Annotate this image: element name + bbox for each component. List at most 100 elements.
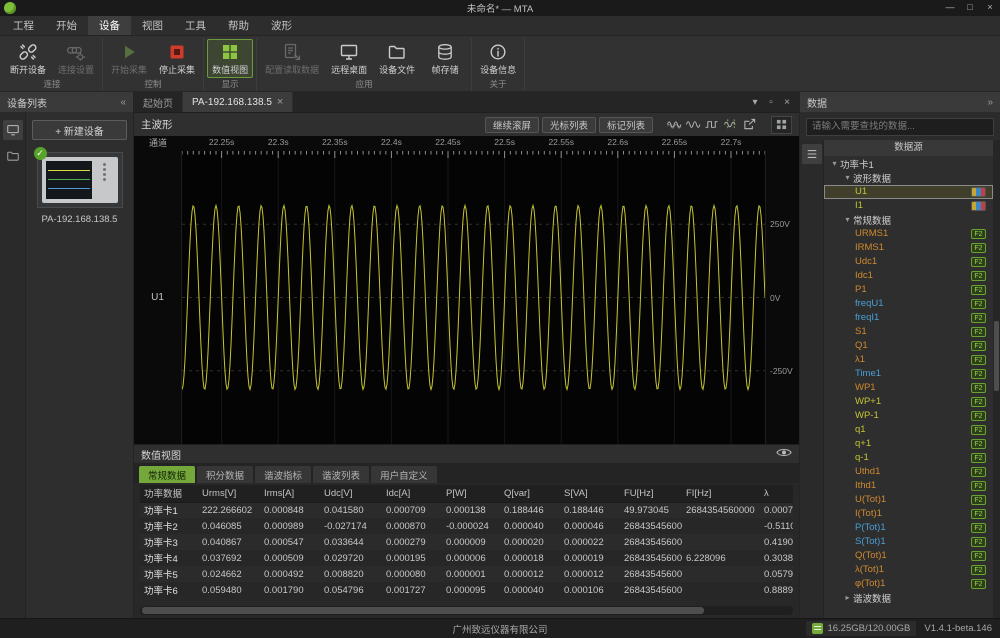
tree-item[interactable]: S(Tot)1F2 <box>824 535 993 549</box>
scrollbar-thumb[interactable] <box>142 607 704 614</box>
tree-item[interactable]: I(Tot)1F2 <box>824 507 993 521</box>
visibility-toggle-button[interactable] <box>776 445 792 463</box>
tree-item[interactable]: Ithd1F2 <box>824 479 993 493</box>
new-device-button[interactable]: + 新建设备 <box>32 120 127 140</box>
display-settings-button[interactable] <box>771 116 792 134</box>
tree-item[interactable]: S1F2 <box>824 325 993 339</box>
wave-button-1[interactable]: 光标列表 <box>542 117 596 133</box>
tree-item[interactable]: Q1F2 <box>824 339 993 353</box>
close-panel-icon[interactable]: × <box>779 97 795 108</box>
numeric-tab-regular[interactable]: 常规数据 <box>139 466 195 483</box>
marker-wave-icon-button[interactable] <box>722 117 740 133</box>
ribbon-button-frame-storage[interactable]: 帧存储 <box>422 39 468 78</box>
tree-item[interactable]: WP1F2 <box>824 381 993 395</box>
export-icon-button[interactable] <box>741 117 759 133</box>
tree-item[interactable]: q1F2 <box>824 423 993 437</box>
numeric-tab-harmonic-list[interactable]: 谐波列表 <box>313 466 369 483</box>
tab-list-dropdown-icon[interactable]: ▾ <box>747 97 763 108</box>
tree-item[interactable]: P1F2 <box>824 283 993 297</box>
cell: 0.024662 <box>198 566 260 582</box>
overlay-wave-icon-button[interactable] <box>665 117 683 133</box>
scrollbar-thumb[interactable] <box>994 321 999 391</box>
ribbon-button-play[interactable]: 开始采集 <box>106 39 152 78</box>
datatype-badge: F2 <box>971 271 986 281</box>
tree-item[interactable]: IRMS1F2 <box>824 241 993 255</box>
ribbon-button-remote-desktop[interactable]: 远程桌面 <box>326 39 372 78</box>
minimize-button[interactable]: — <box>940 0 960 16</box>
datatype-badge: F2 <box>971 383 986 393</box>
collapse-panel-icon[interactable]: « <box>120 97 126 108</box>
tree-item[interactable]: I1 <box>824 199 993 213</box>
expand-panel-icon[interactable]: » <box>987 97 993 108</box>
ribbon-button-device-info[interactable]: 设备信息 <box>475 39 521 78</box>
tree-item[interactable]: U1 <box>824 185 993 199</box>
menu-tab-view[interactable]: 视图 <box>131 16 174 35</box>
expander-icon[interactable]: ▸ <box>842 593 853 602</box>
menu-tab-device[interactable]: 设备 <box>88 16 131 35</box>
wave-button-0[interactable]: 继续滚屏 <box>485 117 539 133</box>
sine-wave-icon-button[interactable] <box>684 117 702 133</box>
doc-tab-device-pa[interactable]: PA-192.168.138.5× <box>183 92 293 112</box>
tree-item[interactable]: U(Tot)1F2 <box>824 493 993 507</box>
tree-item[interactable]: Q(Tot)1F2 <box>824 549 993 563</box>
ribbon-button-stop[interactable]: 停止采集 <box>154 39 200 78</box>
menu-tab-tools[interactable]: 工具 <box>174 16 217 35</box>
numeric-tab-custom[interactable]: 用户自定义 <box>371 466 437 483</box>
data-search-input[interactable] <box>806 118 994 136</box>
data-tree-view-button[interactable] <box>802 144 822 164</box>
vertical-scrollbar[interactable] <box>993 140 1000 619</box>
tree-item[interactable]: Uthd1F2 <box>824 465 993 479</box>
ribbon-button-link-settings[interactable]: 连接设置 <box>53 39 99 78</box>
menu-tab-project[interactable]: 工程 <box>2 16 45 35</box>
ribbon-button-device-files[interactable]: 设备文件 <box>374 39 420 78</box>
device-card[interactable]: ✓ PA-192.168.138.5 <box>37 152 123 225</box>
ribbon-group: 配置读取数据远程桌面设备文件帧存储应用 <box>257 38 472 91</box>
device-panel-title: 设备列表 <box>7 95 47 110</box>
status-bar: 广州致远仪器有限公司 16.25GB/120.00GB V1.4.1-beta.… <box>0 618 1000 638</box>
horizontal-scrollbar[interactable] <box>140 606 793 615</box>
tree-item[interactable]: φ(Tot)1F2 <box>824 577 993 591</box>
waveform-plot[interactable] <box>182 151 765 444</box>
tree-item[interactable]: λ1F2 <box>824 353 993 367</box>
tree-item[interactable]: Udc1F2 <box>824 255 993 269</box>
tree-item[interactable]: WP+1F2 <box>824 395 993 409</box>
cell: 0.000138 <box>442 502 500 518</box>
menu-tab-help[interactable]: 帮助 <box>217 16 260 35</box>
expander-icon[interactable]: ▾ <box>829 159 840 168</box>
device-view-button[interactable] <box>3 120 23 140</box>
tree-item[interactable]: Idc1F2 <box>824 269 993 283</box>
tree-group[interactable]: ▸谐波数据 <box>824 591 993 605</box>
maximize-button[interactable]: □ <box>960 0 980 16</box>
ribbon-button-numeric-view[interactable]: 数值视图 <box>207 39 253 78</box>
wave-button-2[interactable]: 标记列表 <box>599 117 653 133</box>
tree-item[interactable]: URMS1F2 <box>824 227 993 241</box>
numeric-view-icon <box>220 42 240 62</box>
float-panel-icon[interactable]: ▫ <box>763 97 779 108</box>
close-button[interactable]: × <box>980 0 1000 16</box>
datatype-badge: F2 <box>971 481 986 491</box>
ribbon-button-config-read[interactable]: 配置读取数据 <box>260 39 324 78</box>
tree-group[interactable]: ▾功率卡1 <box>824 157 993 171</box>
tree-item[interactable]: P(Tot)1F2 <box>824 521 993 535</box>
device-group-button[interactable] <box>3 146 23 166</box>
numeric-tab-integral[interactable]: 积分数据 <box>197 466 253 483</box>
tree-item[interactable]: q+1F2 <box>824 437 993 451</box>
tree-item[interactable]: Time1F2 <box>824 367 993 381</box>
tree-item[interactable]: q-1F2 <box>824 451 993 465</box>
menu-tab-home[interactable]: 开始 <box>45 16 88 35</box>
tree-group[interactable]: ▾常规数据 <box>824 213 993 227</box>
expander-icon[interactable]: ▾ <box>842 215 853 224</box>
expander-icon[interactable]: ▾ <box>842 173 853 182</box>
numeric-tab-harmonic-index[interactable]: 谐波指标 <box>255 466 311 483</box>
menu-tab-waveform[interactable]: 波形 <box>260 16 303 35</box>
tree-group[interactable]: ▾波形数据 <box>824 171 993 185</box>
tab-close-icon[interactable]: × <box>277 96 283 108</box>
tree-view-icon <box>806 148 818 160</box>
doc-tab-start-page[interactable]: 起始页 <box>134 92 183 112</box>
tree-item[interactable]: freqI1F2 <box>824 311 993 325</box>
tree-item[interactable]: WP-1F2 <box>824 409 993 423</box>
ribbon-button-disconnect[interactable]: 断开设备 <box>5 39 51 78</box>
tree-item[interactable]: freqU1F2 <box>824 297 993 311</box>
square-wave-icon-button[interactable] <box>703 117 721 133</box>
tree-item[interactable]: λ(Tot)1F2 <box>824 563 993 577</box>
